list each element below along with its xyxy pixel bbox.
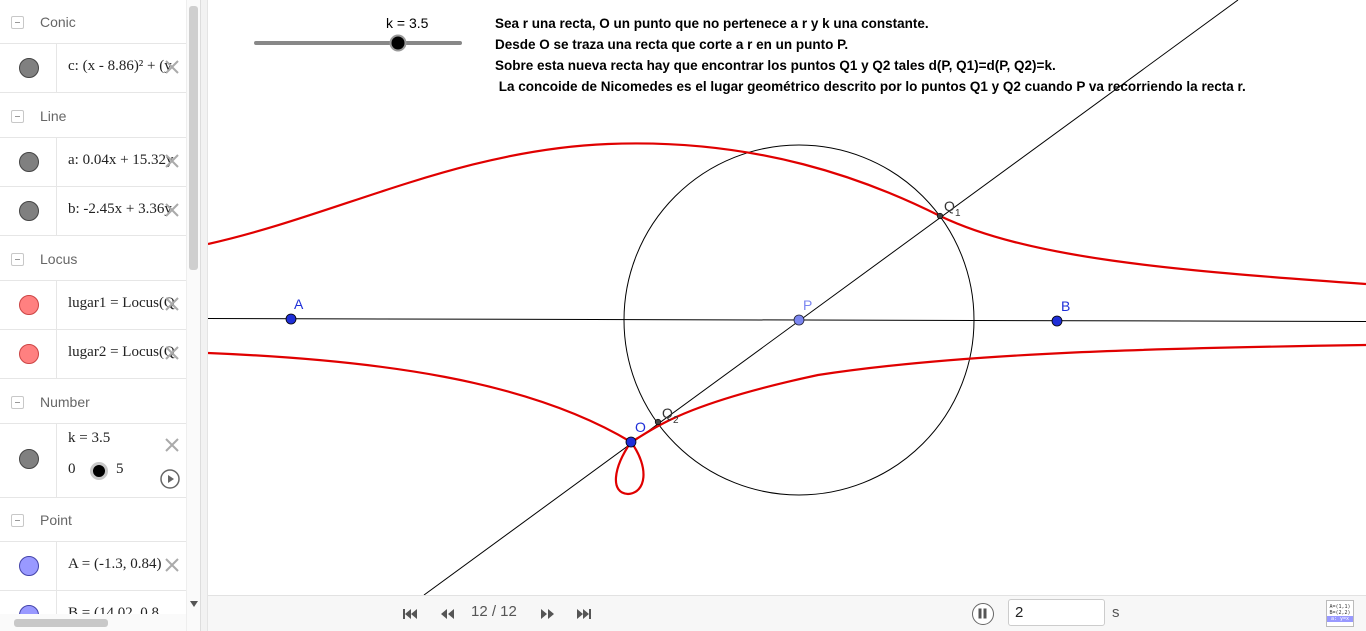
scrollbar-thumb[interactable] xyxy=(14,619,108,627)
first-step-icon[interactable] xyxy=(401,605,419,623)
last-step-icon[interactable] xyxy=(575,605,593,623)
label-Q2-subscript: 2 xyxy=(673,415,679,426)
delete-icon[interactable] xyxy=(163,152,181,170)
point-Q1[interactable] xyxy=(936,212,944,220)
panel-divider[interactable] xyxy=(200,0,208,631)
visibility-toggle-icon[interactable] xyxy=(19,556,39,576)
group-header-conic[interactable]: Conic xyxy=(0,0,186,44)
k-slider-label: k = 3.5 xyxy=(386,15,429,31)
delete-icon[interactable] xyxy=(163,58,181,76)
visibility-toggle-icon[interactable] xyxy=(19,201,39,221)
point-B[interactable] xyxy=(1051,315,1063,327)
slider-handle[interactable] xyxy=(90,462,108,480)
play-icon[interactable] xyxy=(159,468,181,490)
point-P[interactable] xyxy=(793,314,805,326)
label-Q1-subscript: 1 xyxy=(955,208,961,219)
label-P: P xyxy=(803,297,812,313)
collapse-toggle-icon[interactable] xyxy=(11,110,24,123)
pause-button[interactable] xyxy=(972,603,994,625)
slider-min-label: 0 xyxy=(68,461,76,477)
speed-unit-label: s xyxy=(1112,604,1120,621)
algebra-item-point-a[interactable]: A = (-1.3, 0.84) xyxy=(0,542,186,591)
scrollbar-thumb[interactable] xyxy=(189,6,198,270)
description-line: La concoide de Nicomedes es el lugar geo… xyxy=(495,79,1246,94)
step-counter: 12 / 12 xyxy=(471,603,517,620)
locus-lugar1-curve[interactable] xyxy=(208,142,1366,286)
group-header-number[interactable]: Number xyxy=(0,380,186,424)
delete-icon[interactable] xyxy=(163,295,181,313)
description-line: Desde O se traza una recta que corte a r… xyxy=(495,37,849,52)
group-label: Number xyxy=(40,394,90,410)
group-label: Point xyxy=(40,512,72,528)
algebra-item-conic-c[interactable]: c: (x - 8.86)² + (y xyxy=(0,44,186,93)
slider-max-label: 5 xyxy=(116,461,124,477)
locus-lugar2-curve[interactable] xyxy=(208,343,1366,496)
description-line: Sobre esta nueva recta hay que encontrar… xyxy=(495,58,1056,73)
construction-protocol-bar: 12 / 12 s A=(1,1) B=(2,2) a: y=x xyxy=(208,595,1366,631)
delete-icon[interactable] xyxy=(163,436,181,454)
speed-input[interactable] xyxy=(1008,599,1105,626)
input-help-line: a: y=x xyxy=(1327,616,1353,622)
algebra-item-number-k[interactable]: k = 3.5 0 5 xyxy=(0,424,186,498)
pause-icon xyxy=(978,608,987,619)
delete-icon[interactable] xyxy=(163,344,181,362)
point-A[interactable] xyxy=(285,313,297,325)
delete-icon[interactable] xyxy=(163,556,181,574)
algebra-item-locus-lugar1[interactable]: lugar1 = Locus(Q xyxy=(0,281,186,330)
visibility-toggle-icon[interactable] xyxy=(19,295,39,315)
label-O: O xyxy=(635,419,646,435)
scroll-down-arrow-icon[interactable] xyxy=(190,600,198,608)
visibility-toggle-icon[interactable] xyxy=(19,152,39,172)
label-B: B xyxy=(1061,298,1070,314)
vertical-scrollbar[interactable] xyxy=(186,0,200,631)
next-step-icon[interactable] xyxy=(539,605,557,623)
algebra-item-line-a[interactable]: a: 0.04x + 15.32y xyxy=(0,138,186,187)
collapse-toggle-icon[interactable] xyxy=(11,253,24,266)
collapse-toggle-icon[interactable] xyxy=(11,514,24,527)
group-header-line[interactable]: Line xyxy=(0,94,186,138)
group-label: Line xyxy=(40,108,67,124)
previous-step-icon[interactable] xyxy=(438,605,456,623)
description-line: Sea r una recta, O un punto que no perte… xyxy=(495,16,929,31)
visibility-toggle-icon[interactable] xyxy=(19,344,39,364)
horizontal-scrollbar[interactable] xyxy=(0,614,186,631)
collapse-toggle-icon[interactable] xyxy=(11,396,24,409)
point-Q2[interactable] xyxy=(654,418,662,426)
delete-icon[interactable] xyxy=(163,201,181,219)
algebra-view: Conic c: (x - 8.86)² + (y Line a: 0.04x … xyxy=(0,0,200,631)
input-help-button[interactable]: A=(1,1) B=(2,2) a: y=x xyxy=(1326,600,1354,627)
line-a[interactable] xyxy=(208,318,1366,322)
group-header-locus[interactable]: Locus xyxy=(0,237,186,281)
visibility-toggle-icon[interactable] xyxy=(19,449,39,469)
group-header-point[interactable]: Point xyxy=(0,498,186,542)
algebra-item-locus-lugar2[interactable]: lugar2 = Locus(Q xyxy=(0,330,186,379)
collapse-toggle-icon[interactable] xyxy=(11,16,24,29)
label-A: A xyxy=(294,296,304,312)
algebra-item-line-b[interactable]: b: -2.45x + 3.36y xyxy=(0,187,186,236)
group-label: Locus xyxy=(40,251,78,267)
group-label: Conic xyxy=(40,14,76,30)
k-slider-handle[interactable] xyxy=(389,34,407,52)
visibility-toggle-icon[interactable] xyxy=(19,58,39,78)
graphics-view[interactable]: A B P O Q 1 Q 2 k = 3.5 Sea r una recta,… xyxy=(208,0,1366,595)
point-O[interactable] xyxy=(625,436,637,448)
label-Q2: Q xyxy=(662,405,673,421)
label-Q1: Q xyxy=(944,198,955,214)
